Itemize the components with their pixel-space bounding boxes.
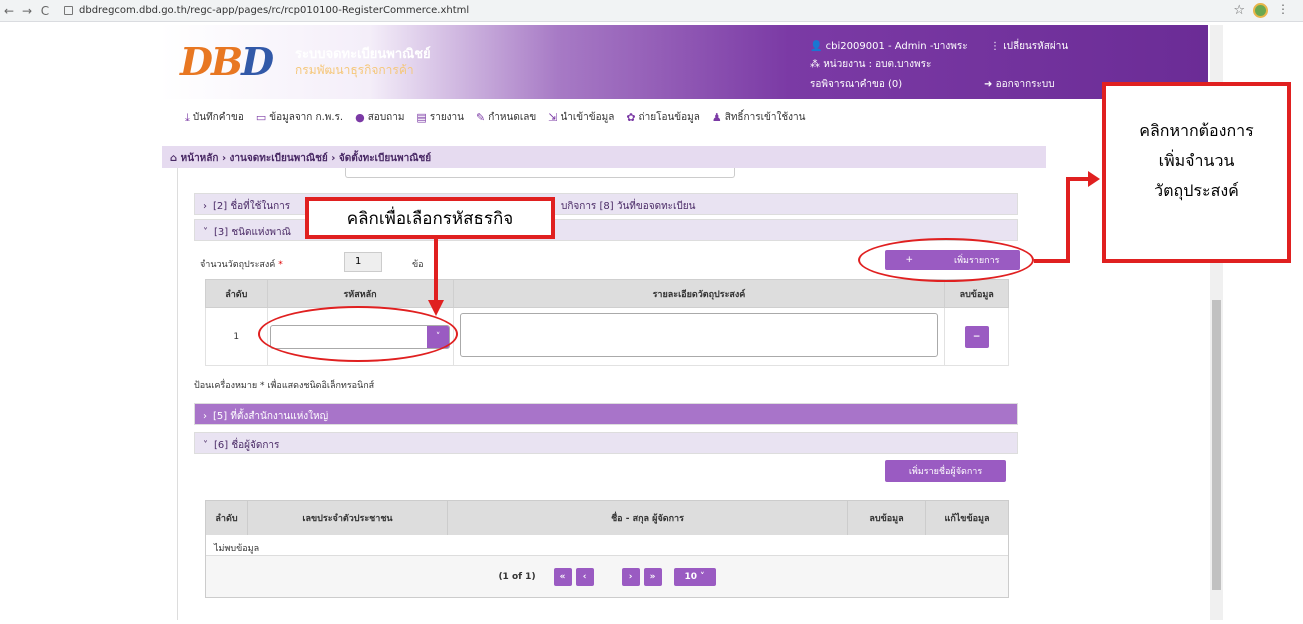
annotation-add-line-1: คลิกหากต้องการ xyxy=(1139,121,1254,140)
annotation-code-hint: คลิกเพื่อเลือกรหัสธรกิจ xyxy=(305,197,555,239)
annotation-add-line-3: วัตถุประสงค์ xyxy=(1154,181,1239,200)
annotation-add-line-2: เพิ่มจำนวน xyxy=(1158,151,1235,170)
arrow-line-right xyxy=(1034,177,1090,263)
annotation-add-hint: คลิกหากต้องการ เพิ่มจำนวน วัตถุประสงค์ xyxy=(1102,82,1291,263)
arrow-head-right xyxy=(1088,171,1100,187)
arrow-head-down xyxy=(428,300,444,316)
